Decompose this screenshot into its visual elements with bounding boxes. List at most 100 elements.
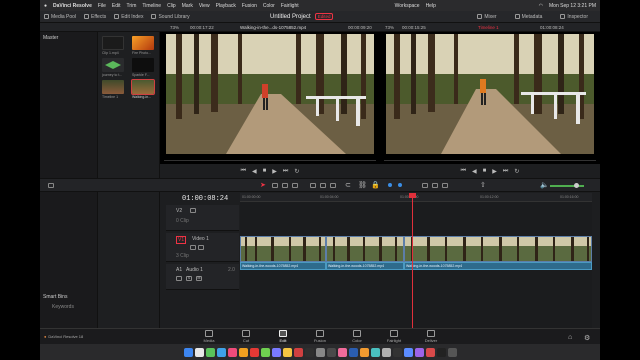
dock-app-icon[interactable]: [205, 347, 215, 357]
auto-select-icon[interactable]: [198, 245, 204, 250]
dock-app-icon[interactable]: [326, 347, 336, 357]
jump-end-icon[interactable]: ⏭: [503, 168, 508, 175]
menu-workspace[interactable]: Workspace: [395, 3, 420, 9]
menu-color[interactable]: Color: [263, 3, 275, 9]
media-clip-thumb[interactable]: [132, 36, 154, 50]
zoom-custom-icon[interactable]: [442, 183, 448, 188]
dock-app-icon[interactable]: [425, 347, 435, 357]
timeline-video-clip[interactable]: [240, 236, 326, 262]
timeline-video-clip[interactable]: [404, 236, 592, 262]
lock-track-icon[interactable]: [190, 208, 196, 213]
selection-tool-icon[interactable]: ➤: [260, 181, 266, 189]
wifi-icon[interactable]: ◠: [539, 3, 543, 9]
page-tab-deliver[interactable]: Deliver: [415, 330, 447, 344]
solo-icon[interactable]: S: [186, 276, 192, 281]
dock-app-icon[interactable]: [403, 347, 413, 357]
settings-gear-icon[interactable]: ⚙: [584, 334, 590, 342]
media-pool-toggle[interactable]: Media Pool: [44, 14, 76, 20]
page-tab-fusion[interactable]: Fusion: [304, 330, 336, 344]
speaker-icon[interactable]: 🔈: [540, 181, 549, 189]
trim-tool-icon[interactable]: [272, 183, 278, 188]
page-tab-cut[interactable]: Cut: [230, 330, 262, 344]
mixer-toggle[interactable]: Mixer: [477, 14, 497, 20]
jump-start-icon[interactable]: ⏮: [461, 168, 466, 175]
menu-edit[interactable]: Edit: [112, 3, 121, 9]
smart-bin-keywords[interactable]: Keywords: [52, 304, 74, 310]
menu-timeline[interactable]: Timeline: [142, 3, 161, 9]
menu-playback[interactable]: Playback: [216, 3, 236, 9]
dock-app-icon[interactable]: [238, 347, 248, 357]
sound-library-toggle[interactable]: Sound Library: [151, 14, 190, 20]
track-name[interactable]: Video 1: [192, 236, 209, 242]
track-id[interactable]: V1: [176, 236, 187, 244]
home-icon[interactable]: ⌂: [568, 334, 572, 341]
source-viewer[interactable]: [160, 32, 380, 164]
blade-tool-icon[interactable]: [292, 183, 298, 188]
loop-icon[interactable]: ↻: [514, 168, 519, 175]
reverse-icon[interactable]: ◀: [472, 168, 477, 175]
track-name[interactable]: Audio 1: [186, 267, 203, 273]
menu-fairlight[interactable]: Fairlight: [281, 3, 299, 9]
media-clip-thumb[interactable]: [102, 36, 124, 50]
media-clip-thumb[interactable]: [132, 58, 154, 72]
smart-bins-header[interactable]: Smart Bins: [43, 294, 67, 300]
apple-icon[interactable]: ●: [44, 3, 47, 9]
dock-app-icon[interactable]: [304, 347, 314, 357]
timeline-clip-name-bar[interactable]: Walking-in-the-woods-1075852.mp4: [240, 262, 326, 270]
stop-icon[interactable]: ■: [483, 168, 487, 174]
mute-icon[interactable]: M: [196, 276, 202, 281]
flag-icon[interactable]: [388, 183, 392, 187]
dock-app-icon[interactable]: [359, 347, 369, 357]
menu-fusion[interactable]: Fusion: [242, 3, 257, 9]
timeline-viewer[interactable]: [380, 32, 600, 164]
menu-app-name[interactable]: DaVinci Resolve: [53, 3, 92, 9]
page-tab-edit[interactable]: Edit: [267, 330, 299, 344]
track-header-v1[interactable]: V1 Video 1 3 Clip: [166, 233, 239, 262]
menu-trim[interactable]: Trim: [127, 3, 137, 9]
source-clip-name[interactable]: Walking-in-the...ds-1075852.mp4: [240, 25, 306, 30]
dynamic-trim-icon[interactable]: [282, 183, 288, 188]
menu-help[interactable]: Help: [426, 3, 436, 9]
dock-app-icon[interactable]: [194, 347, 204, 357]
jump-start-icon[interactable]: ⏮: [241, 168, 246, 175]
dock-app-icon[interactable]: [293, 347, 303, 357]
effects-toggle[interactable]: Effects: [84, 14, 106, 20]
dock-app-icon[interactable]: [216, 347, 226, 357]
menu-mark[interactable]: Mark: [182, 3, 193, 9]
position-lock-icon[interactable]: 🔒: [371, 181, 380, 189]
dock-app-icon[interactable]: [249, 347, 259, 357]
dock-app-icon[interactable]: [183, 347, 193, 357]
dock-app-icon[interactable]: [370, 347, 380, 357]
play-icon[interactable]: ▶: [272, 168, 277, 175]
dock-app-icon[interactable]: [260, 347, 270, 357]
metadata-toggle[interactable]: Metadata: [514, 14, 542, 20]
lock-track-icon[interactable]: [190, 245, 196, 250]
timeline-clip-name-bar[interactable]: Walking-in-the-woods-1075852.mp4: [404, 262, 592, 270]
dock-app-icon[interactable]: [282, 347, 292, 357]
timeline-video-clip[interactable]: [326, 236, 404, 262]
timeline-zoom[interactable]: 73%: [385, 25, 394, 30]
page-tab-media[interactable]: Media: [193, 330, 225, 344]
jump-end-icon[interactable]: ⏭: [283, 168, 288, 175]
source-scrubber[interactable]: [164, 160, 376, 163]
dock-app-icon[interactable]: [271, 347, 281, 357]
page-tab-color[interactable]: Color: [341, 330, 373, 344]
media-clip-thumb[interactable]: [102, 80, 124, 94]
marker-icon[interactable]: [398, 183, 402, 187]
dock-app-icon[interactable]: [436, 347, 446, 357]
bin-master[interactable]: Master: [43, 35, 58, 41]
datetime[interactable]: Mon Sep 12 3:21 PM: [549, 3, 596, 9]
zoom-detail-icon[interactable]: [432, 183, 438, 188]
edit-index-toggle[interactable]: Edit Index: [114, 14, 143, 20]
dock-app-icon[interactable]: [337, 347, 347, 357]
loop-icon[interactable]: ↻: [294, 168, 299, 175]
menu-file[interactable]: File: [98, 3, 106, 9]
playhead[interactable]: [412, 193, 413, 328]
overwrite-clip-icon[interactable]: [320, 183, 326, 188]
linked-selection-icon[interactable]: ⛓: [358, 181, 367, 189]
timeline-clip-name-bar[interactable]: Walking-in-the-woods-1075852.mp4: [326, 262, 404, 270]
menu-view[interactable]: View: [199, 3, 210, 9]
dock-app-icon[interactable]: [392, 347, 402, 357]
inspector-toggle[interactable]: Inspector: [560, 14, 588, 20]
reverse-icon[interactable]: ◀: [252, 168, 257, 175]
